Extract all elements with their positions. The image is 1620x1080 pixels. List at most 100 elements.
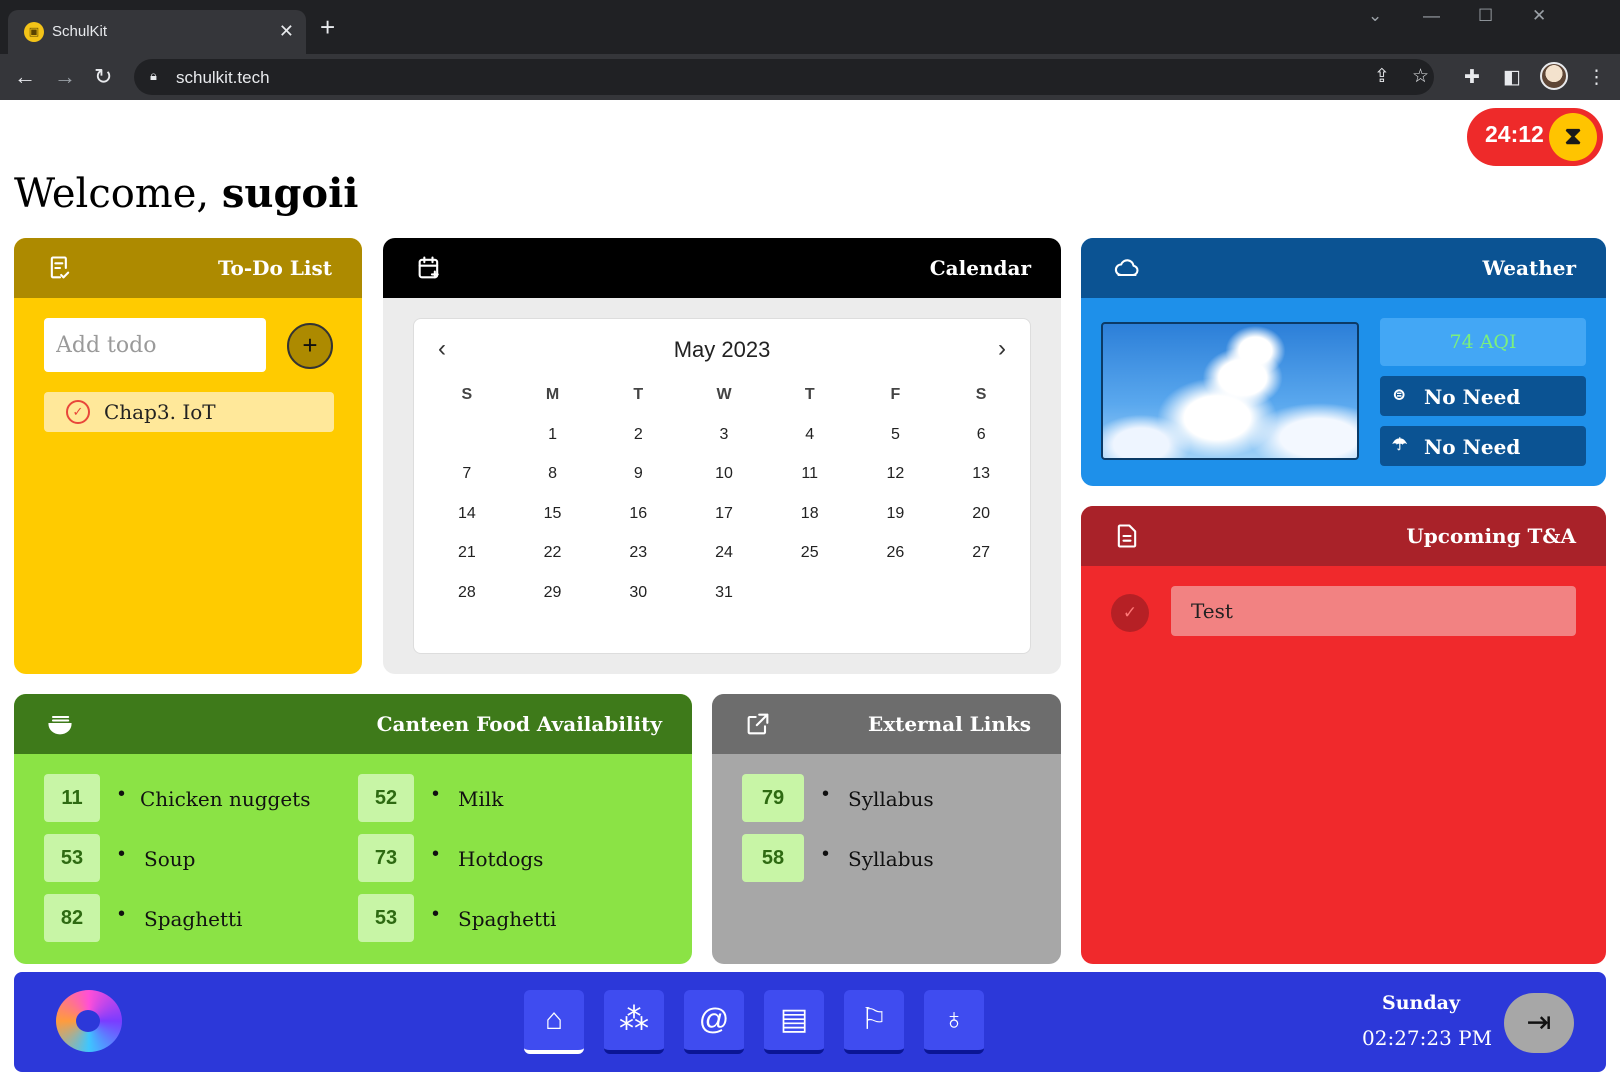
calendar-day[interactable]: 16 <box>595 494 681 534</box>
calendar-day[interactable]: 14 <box>424 494 510 534</box>
calendar-day[interactable]: 22 <box>510 533 596 573</box>
current-time: 02:27:23 PM <box>1362 1026 1493 1050</box>
calendar-day[interactable]: 23 <box>595 533 681 573</box>
extensions-icon[interactable]: ✚ <box>1464 66 1480 89</box>
chevron-right-icon[interactable]: › <box>998 335 1006 363</box>
mask-icon: ⊜ <box>1392 385 1407 405</box>
hourglass-icon[interactable]: ⧗ <box>1549 113 1597 161</box>
link-name[interactable]: Syllabus <box>848 787 934 811</box>
calendar-day[interactable]: 10 <box>681 454 767 494</box>
calendar-icon <box>418 256 439 279</box>
weather-title: Weather <box>1482 256 1576 280</box>
weather-header: Weather <box>1081 238 1606 298</box>
calendar-day[interactable]: 26 <box>853 533 939 573</box>
external-links-title: External Links <box>867 712 1031 736</box>
minimize-icon[interactable]: — <box>1423 6 1440 26</box>
add-todo-input[interactable] <box>44 318 266 372</box>
calendar-day[interactable]: 30 <box>595 573 681 613</box>
canteen-header: Canteen Food Availability <box>14 694 692 754</box>
calendar-day[interactable]: 7 <box>424 454 510 494</box>
add-todo-button[interactable]: + <box>287 323 333 369</box>
reload-icon[interactable]: ↻ <box>94 63 112 91</box>
calendar-day[interactable]: 3 <box>681 415 767 455</box>
logout-button[interactable]: ⇥ <box>1504 993 1574 1053</box>
home-icon[interactable]: ⌂ <box>524 990 584 1054</box>
side-panel-icon[interactable]: ◧ <box>1503 66 1521 89</box>
calendar-day[interactable]: 5 <box>853 415 939 455</box>
calendar-day[interactable]: 12 <box>853 454 939 494</box>
menu-kebab-icon[interactable]: ⋮ <box>1587 66 1606 89</box>
back-icon[interactable]: ← <box>14 63 36 91</box>
noodle-bowl-icon <box>48 715 72 735</box>
calendar-day[interactable]: 15 <box>510 494 596 534</box>
bookmark-star-icon[interactable]: ☆ <box>1412 65 1429 88</box>
calendar-day[interactable]: 19 <box>853 494 939 534</box>
pointer-click-icon[interactable]: ⁂ <box>604 990 664 1054</box>
close-window-icon[interactable]: ✕ <box>1532 6 1546 26</box>
mask-status-text: No Need <box>1424 385 1521 409</box>
calendar-day[interactable]: 20 <box>938 494 1024 534</box>
calendar-day[interactable]: 29 <box>510 573 596 613</box>
focus-timer[interactable]: 24:12 ⧗ <box>1467 108 1603 166</box>
clipboard-icon[interactable]: ▤ <box>764 990 824 1054</box>
link-name[interactable]: Syllabus <box>848 847 934 871</box>
calendar-header: Calendar <box>383 238 1061 298</box>
calendar-day[interactable]: 2 <box>595 415 681 455</box>
external-links-card: External Links 79 • Syllabus 58 • Syllab… <box>712 694 1061 964</box>
calendar-day[interactable]: 28 <box>424 573 510 613</box>
calendar-day[interactable]: 24 <box>681 533 767 573</box>
tab-close-icon[interactable]: ✕ <box>279 19 294 43</box>
food-name: Spaghetti <box>144 907 243 931</box>
calendar-day[interactable]: 13 <box>938 454 1024 494</box>
food-name: Milk <box>458 787 504 811</box>
current-day: Sunday <box>1382 992 1460 1014</box>
flag-icon[interactable]: ⚐ <box>844 990 904 1054</box>
tna-item[interactable]: Test <box>1171 586 1576 636</box>
food-count: 11 <box>44 774 100 822</box>
calendar-day[interactable]: 8 <box>510 454 596 494</box>
share-icon[interactable]: ⇪ <box>1374 65 1390 88</box>
welcome-username: sugoii <box>221 170 359 217</box>
calendar-day[interactable]: 6 <box>938 415 1024 455</box>
check-circle-icon[interactable]: ✓ <box>66 400 90 424</box>
calendar-title: Calendar <box>929 256 1031 280</box>
calendar-day[interactable]: 31 <box>681 573 767 613</box>
todo-item[interactable]: ✓ Chap3. IoT <box>44 392 334 432</box>
snail-icon[interactable]: @ <box>684 990 744 1054</box>
calendar-day[interactable]: 1 <box>510 415 596 455</box>
aqi-badge: 74 AQI <box>1380 318 1586 366</box>
calendar-day[interactable]: 17 <box>681 494 767 534</box>
sky-image <box>1101 322 1359 460</box>
calendar-day[interactable]: 4 <box>767 415 853 455</box>
tab-title: SchulKit <box>52 23 108 40</box>
profile-avatar[interactable] <box>1540 62 1568 90</box>
food-count: 53 <box>44 834 100 882</box>
bullet: • <box>432 903 440 925</box>
browser-tabstrip: ▣ SchulKit ✕ + ⌄ — ☐ ✕ <box>0 0 1620 54</box>
tna-title: Upcoming T&A <box>1406 524 1576 548</box>
bomb-icon[interactable]: ♁ <box>924 990 984 1054</box>
calendar-day[interactable]: 11 <box>767 454 853 494</box>
calendar-day[interactable]: 21 <box>424 533 510 573</box>
tab-search-icon[interactable]: ⌄ <box>1368 6 1382 26</box>
calendar-day[interactable]: 27 <box>938 533 1024 573</box>
umbrella-icon: ☂︎ <box>1392 435 1408 455</box>
check-circle-icon[interactable]: ✓ <box>1111 594 1149 632</box>
todo-item-text: Chap3. IoT <box>104 400 216 424</box>
calendar-day[interactable]: 18 <box>767 494 853 534</box>
food-count: 52 <box>358 774 414 822</box>
food-count: 82 <box>44 894 100 942</box>
bullet: • <box>822 843 830 865</box>
food-name: Chicken nuggets <box>140 787 311 811</box>
tna-header: Upcoming T&A <box>1081 506 1606 566</box>
calendar-day[interactable]: 9 <box>595 454 681 494</box>
new-tab-button[interactable]: + <box>320 14 335 40</box>
calendar-widget: ‹ May 2023 › S M T W T F S 1 2 3 4 5 6 7 8 9 10 11 12 13 14 1… <box>413 318 1031 654</box>
address-bar[interactable]: 🔒︎ schulkit.tech ⇪ ☆ <box>134 59 1434 95</box>
browser-tab[interactable]: ▣ SchulKit ✕ <box>8 10 306 54</box>
todo-header: To-Do List <box>14 238 362 298</box>
bullet: • <box>118 903 126 925</box>
maximize-icon[interactable]: ☐ <box>1478 6 1493 26</box>
calendar-day[interactable]: 25 <box>767 533 853 573</box>
forward-icon[interactable]: → <box>54 63 76 91</box>
